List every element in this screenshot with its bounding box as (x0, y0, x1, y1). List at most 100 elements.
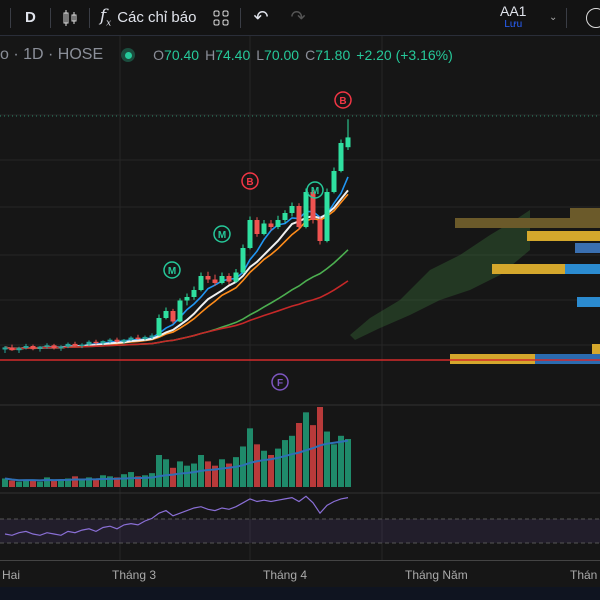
signal-marker-label: B (339, 96, 346, 107)
divider (88, 7, 90, 28)
price-chart[interactable]: B B M M M F (0, 36, 600, 560)
volume-bar (156, 455, 162, 487)
candle-body (282, 213, 288, 220)
volume-bar (51, 480, 57, 487)
candle-body (58, 346, 64, 349)
candle-body (149, 335, 155, 337)
volume-bar (205, 461, 211, 487)
volume-bar (170, 467, 176, 487)
candle-body (30, 346, 36, 349)
chevron-down-icon[interactable]: ⌄ (549, 12, 557, 23)
candle-body (23, 346, 29, 349)
candle-body (72, 343, 78, 346)
volume-profile-bar (565, 264, 600, 274)
candle-body (233, 272, 239, 282)
volume-bar (128, 472, 134, 487)
candle-body (51, 345, 57, 349)
candle-body (79, 344, 85, 346)
volume-bar (100, 475, 106, 487)
time-label: Tháng 4 (263, 568, 308, 582)
volume-profile-bar (575, 243, 600, 253)
candle-body (121, 339, 127, 342)
candle-body (44, 345, 50, 347)
volume-profile-bar (535, 354, 600, 364)
volume-bar (282, 440, 288, 487)
volume-bar (149, 473, 155, 487)
candle-body (163, 311, 169, 318)
candle-body (296, 206, 302, 227)
time-axis[interactable]: Hai Tháng 3 Tháng 4 Tháng Năm Thán (0, 560, 600, 586)
signal-marker-label: F (277, 378, 283, 389)
candle-body (170, 311, 176, 322)
ma-line-red (4, 280, 349, 350)
candle-body (93, 341, 99, 344)
volume-bar (44, 477, 50, 487)
divider (49, 7, 51, 28)
candle-body (317, 220, 323, 241)
volume-bar (289, 435, 295, 487)
volume-profile-bar (527, 231, 600, 241)
candle-body (156, 318, 162, 336)
candle-body (345, 137, 351, 148)
interval-button[interactable]: D (25, 9, 36, 26)
volume-bar (338, 435, 344, 487)
templates-icon[interactable] (212, 9, 230, 27)
volume-bar (296, 423, 302, 487)
candle-body (128, 337, 134, 340)
candle-body (114, 339, 120, 342)
candle-body (100, 341, 106, 344)
function-icon: fx (99, 6, 112, 29)
candle-body (226, 276, 232, 282)
symbol-legend: o · 1D · HOSE O70.40 H74.40 L70.00 C71.8… (0, 46, 453, 64)
volume-bar (184, 465, 190, 487)
candle-style-icon[interactable] (61, 9, 79, 27)
divider (240, 7, 242, 28)
volume-bar (254, 444, 260, 487)
ohlc-high: H74.40 (205, 47, 251, 63)
quick-publish-icon[interactable] (586, 8, 600, 28)
volume-profile-bar (540, 218, 600, 228)
candle-body (338, 143, 344, 171)
candle-body (9, 347, 15, 351)
candle-body (240, 248, 246, 273)
volume-bar (9, 480, 15, 487)
volume-bar (163, 459, 169, 487)
indicators-button[interactable]: fx Các chỉ báo (100, 6, 197, 28)
volume-bar (79, 479, 85, 487)
layout-save[interactable]: AA1 Lưu (500, 4, 526, 32)
volume-bar (331, 444, 337, 487)
volume-bar (219, 459, 225, 487)
candle-body (261, 223, 267, 234)
candle-body (198, 276, 204, 290)
volume-bar (233, 457, 239, 487)
candle-body (289, 206, 295, 213)
volume-profile-bar (592, 344, 600, 354)
volume-bar (310, 425, 316, 487)
redo-icon[interactable]: ↷ (291, 7, 306, 28)
candle-body (205, 276, 211, 280)
time-label: Hai (2, 568, 21, 582)
price-change: +2.20 (+3.16%) (356, 47, 453, 63)
indicators-label: Các chỉ báo (117, 8, 197, 26)
bottom-bar (0, 587, 600, 600)
volume-bar (37, 481, 43, 487)
volume-profile-bar (455, 218, 540, 228)
candle-body (275, 220, 281, 227)
undo-icon[interactable]: ↶ (253, 7, 268, 28)
symbol-info: o · 1D · HOSE (0, 46, 104, 63)
signal-marker-label: M (168, 266, 176, 277)
signal-marker-label: M (218, 230, 226, 241)
volume-bar (72, 476, 78, 487)
candle-body (86, 341, 92, 345)
volume-bar (16, 481, 22, 487)
volume-profile-bar (492, 264, 565, 274)
candle-body (135, 337, 141, 339)
candle-body (247, 220, 253, 248)
volume-bar (345, 439, 351, 487)
candle-body (184, 297, 190, 301)
time-label: Thán (570, 568, 598, 582)
time-label: Tháng Năm (405, 568, 468, 582)
candle-body (324, 192, 330, 241)
candle-body (2, 347, 8, 350)
candle-body (65, 343, 71, 347)
